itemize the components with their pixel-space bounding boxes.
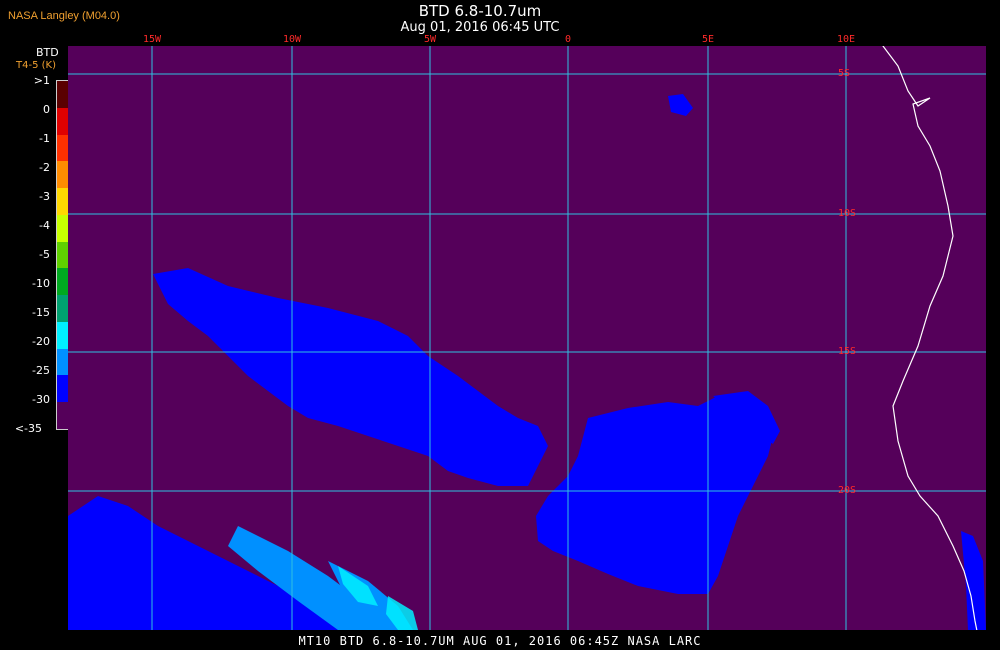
legend-label: -4: [39, 219, 50, 232]
legend-label: -1: [39, 132, 50, 145]
legend-label: <-35: [14, 422, 42, 435]
legend-label: -30: [32, 393, 50, 406]
longitude-label: 15W: [142, 34, 162, 45]
longitude-label: 5W: [423, 34, 437, 45]
legend-label: -20: [32, 335, 50, 348]
latitude-label: 15S: [838, 346, 857, 357]
legend-label: >1: [33, 74, 50, 87]
legend-label: 0: [43, 103, 50, 116]
legend-label: -3: [39, 190, 50, 203]
longitude-label: 5E: [701, 34, 715, 45]
legend-label: -2: [39, 161, 50, 174]
latitude-label: 5S: [838, 68, 851, 79]
legend-units: T4-5 (K): [16, 60, 56, 71]
longitude-label: 0: [564, 34, 572, 45]
image-timestamp: Aug 01, 2016 06:45 UTC: [400, 20, 560, 35]
legend-label: -25: [32, 364, 50, 377]
longitude-label: 10E: [836, 34, 856, 45]
longitude-label: 10W: [282, 34, 302, 45]
image-title: BTD 6.8-10.7um: [418, 2, 542, 20]
legend-label: -10: [32, 277, 50, 290]
map-background: [68, 46, 986, 630]
satellite-map: [68, 46, 986, 630]
legend-label: -15: [32, 306, 50, 319]
footer-caption: MT10 BTD 6.8-10.7UM AUG 01, 2016 06:45Z …: [298, 634, 702, 648]
latitude-label: 20S: [838, 485, 857, 496]
latitude-label: 10S: [838, 208, 857, 219]
legend-label: -5: [39, 248, 50, 261]
